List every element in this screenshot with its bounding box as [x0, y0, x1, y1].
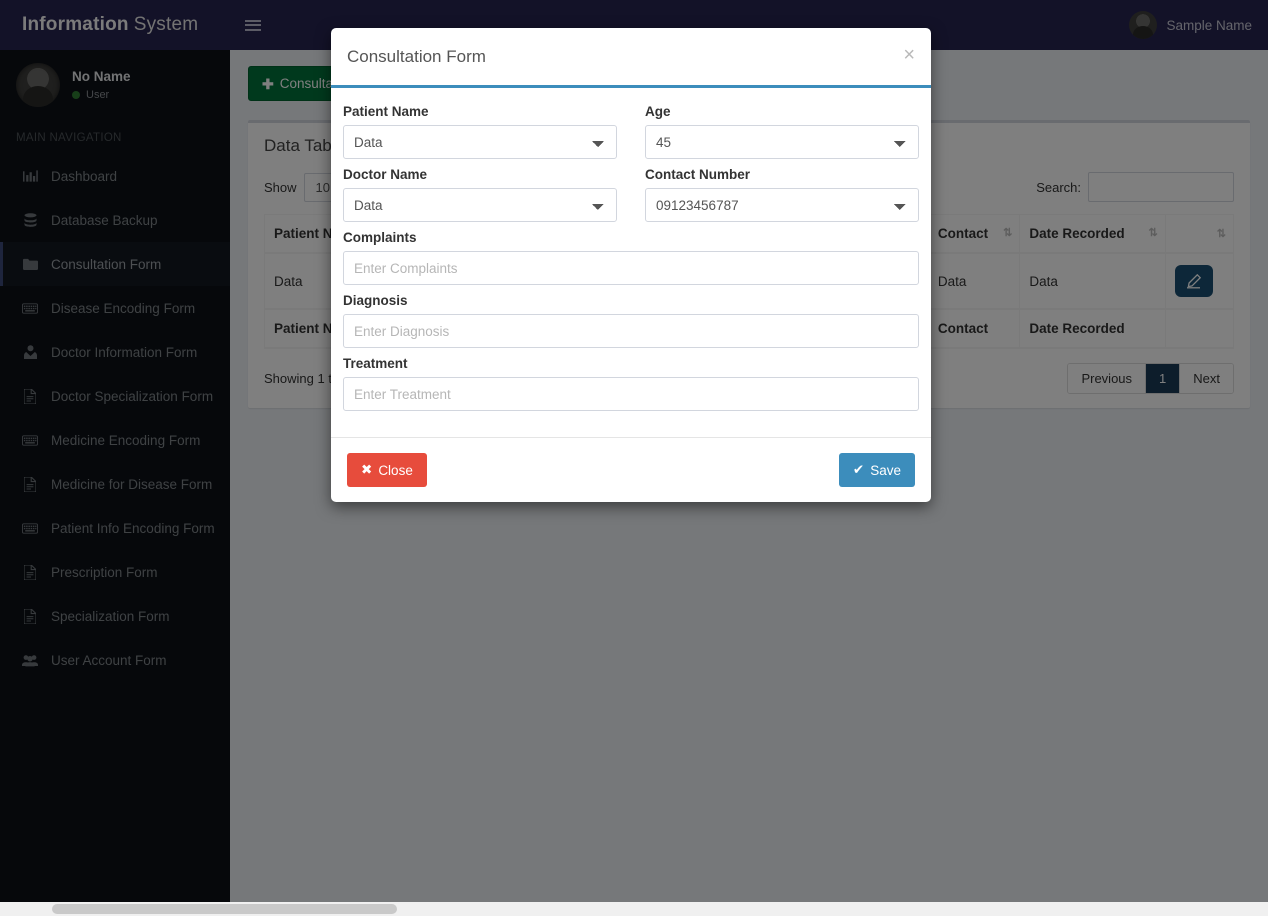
save-button-label: Save [870, 462, 901, 478]
complaints-input[interactable] [343, 251, 919, 285]
close-icon[interactable]: × [903, 45, 915, 65]
age-label: Age [645, 104, 671, 119]
treatment-label: Treatment [343, 356, 408, 371]
form-col-right-1: Age 45 [645, 104, 919, 167]
modal-header: Consultation Form × [331, 28, 931, 88]
consultation-form-modal: Consultation Form × Patient Name Data Ag… [331, 28, 931, 502]
patient-name-select[interactable]: Data [343, 125, 617, 159]
form-col-left-1: Patient Name Data [343, 104, 617, 167]
times-icon: ✖ [361, 462, 373, 477]
field-complaints: Complaints [343, 230, 919, 285]
doctor-name-select[interactable]: Data [343, 188, 617, 222]
check-icon: ✔ [852, 462, 865, 477]
modal-title: Consultation Form [347, 47, 486, 66]
form-row-1: Patient Name Data Age 45 [343, 104, 919, 167]
field-treatment: Treatment [343, 356, 919, 411]
contact-number-label: Contact Number [645, 167, 751, 182]
treatment-input[interactable] [343, 377, 919, 411]
close-button-label: Close [378, 462, 413, 478]
scrollbar-thumb[interactable] [52, 904, 397, 914]
modal-footer: ✖ Close ✔ Save [331, 437, 931, 502]
field-diagnosis: Diagnosis [343, 293, 919, 348]
field-doctor-name: Doctor Name Data [343, 167, 617, 222]
diagnosis-input[interactable] [343, 314, 919, 348]
patient-name-label: Patient Name [343, 104, 429, 119]
form-row-2: Doctor Name Data Contact Number 09123456… [343, 167, 919, 230]
close-button[interactable]: ✖ Close [347, 453, 427, 487]
field-patient-name: Patient Name Data [343, 104, 617, 159]
horizontal-scrollbar[interactable] [0, 902, 1268, 916]
age-select[interactable]: 45 [645, 125, 919, 159]
contact-number-select[interactable]: 09123456787 [645, 188, 919, 222]
field-contact-number: Contact Number 09123456787 [645, 167, 919, 222]
modal-body: Patient Name Data Age 45 Doctor Name Dat… [331, 88, 931, 423]
field-age: Age 45 [645, 104, 919, 159]
diagnosis-label: Diagnosis [343, 293, 408, 308]
form-col-right-2: Contact Number 09123456787 [645, 167, 919, 230]
doctor-name-label: Doctor Name [343, 167, 428, 182]
app-root: Information System No Name User MAIN NAV… [0, 0, 1268, 916]
form-col-left-2: Doctor Name Data [343, 167, 617, 230]
save-button[interactable]: ✔ Save [838, 453, 915, 487]
complaints-label: Complaints [343, 230, 417, 245]
